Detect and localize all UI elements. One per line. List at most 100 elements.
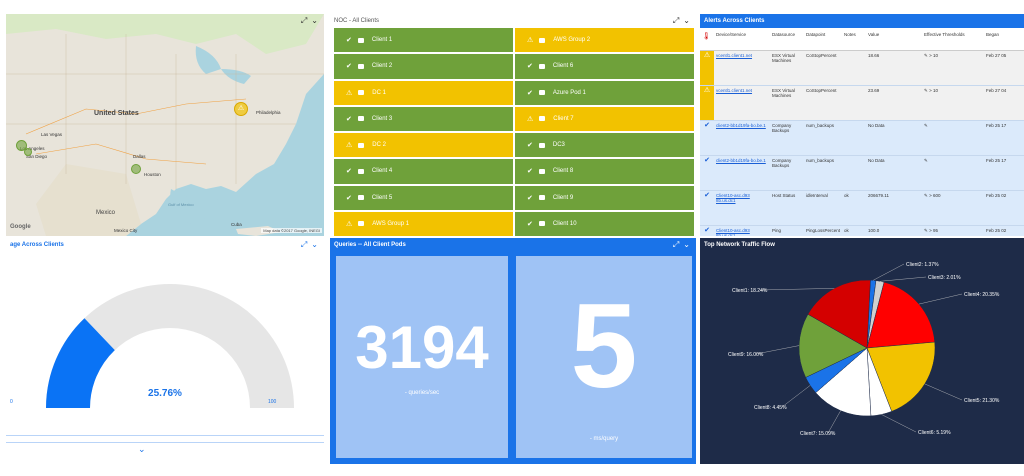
device-cell[interactable]: vcentl1.client1.net [714, 50, 770, 86]
noc-tile[interactable]: ⚠ DC 1 [334, 80, 513, 105]
folder-icon [358, 221, 365, 227]
col-thresholds[interactable]: Effective Thresholds [922, 28, 985, 51]
alert-row[interactable]: ✔ Client10-asc.d93 8b.us.dc1 Ping PingLossP… [700, 225, 1024, 236]
notes-cell-text: ok [844, 193, 849, 198]
noc-tile[interactable]: ✔ Client 5 [334, 185, 513, 210]
col-datasource[interactable]: Datasource [770, 28, 804, 51]
noc-tile[interactable]: ✔ Client 3 [334, 106, 513, 131]
device-cell[interactable]: client2-bb1d19fa-bo.be.1 [714, 120, 770, 156]
device-cell[interactable]: client2-bb1d19fa-bo.be.1 [714, 155, 770, 191]
noc-tile[interactable]: ✔ Azure Pod 1 [515, 80, 694, 105]
device-cell[interactable]: vcentl1.client1.net [714, 85, 770, 121]
noc-tile[interactable]: ✔ Client 1 [334, 28, 513, 53]
check-icon: ✔ [346, 63, 352, 71]
col-datapoint[interactable]: Datapoint [804, 28, 843, 51]
noc-tile[interactable]: ✔ Client 6 [515, 54, 694, 79]
noc-tile-label: AWS Group 1 [372, 220, 410, 227]
chevron-down-icon[interactable]: ⌄ [311, 238, 318, 252]
folder-icon [538, 195, 545, 201]
pie-label: Client7: 15.09% [800, 431, 836, 437]
noc-tile[interactable]: ✔ Client 9 [515, 185, 694, 210]
alert-row[interactable]: ✔ client2-bb1d19fa-bo.be.1 Company Backups… [700, 120, 1024, 156]
device-cell-text[interactable]: vcentl1.client1.net [716, 53, 752, 58]
pencil-icon[interactable]: ✎ [924, 158, 928, 163]
value-cell-text: No Data [868, 123, 885, 128]
map-label-mexico: Mexico [96, 210, 116, 216]
value-cell-text: 206679.11 [868, 193, 889, 198]
noc-tile[interactable]: ✔ DC3 [515, 133, 694, 158]
device-cell[interactable]: Client10-asc.d93 8b.us.dc1 [714, 225, 770, 236]
noc-tile[interactable]: ✔ Client 2 [334, 54, 513, 79]
ms-per-query-box: 5 - ms/query [516, 256, 692, 458]
device-cell[interactable]: Client10-asc.d93 8b.us.dc1 [714, 190, 770, 226]
noc-tile[interactable]: ⚠ AWS Group 1 [334, 211, 513, 236]
map-label-dallas: Dallas [133, 154, 146, 159]
expand-icon[interactable]: ⤢ [301, 14, 307, 28]
noc-tile[interactable]: ⚠ AWS Group 2 [515, 28, 694, 53]
folder-icon [357, 168, 364, 174]
thermometer-icon: 🌡 [702, 33, 711, 40]
pie-label: Client4: 20.35% [964, 292, 1000, 298]
warning-icon[interactable]: ⚠ [704, 52, 710, 59]
alert-row[interactable]: ⚠ vcentl1.client1.net ESX Virtual Machines… [700, 50, 1024, 86]
ack-check-icon[interactable]: ✔ [704, 157, 710, 164]
map-marker-west-2[interactable] [24, 148, 32, 156]
ack-check-icon[interactable]: ✔ [704, 122, 710, 129]
noc-tile-label: AWS Group 2 [553, 37, 591, 44]
device-cell-text[interactable]: Client10-asc.d93 8b.us.dc1 [716, 228, 750, 236]
map-label-lasvegas: Las Vegas [41, 132, 63, 137]
ack-check-icon[interactable]: ✔ [704, 227, 710, 234]
expand-icon[interactable]: ⤢ [673, 238, 679, 252]
expand-more-icon[interactable]: ⌄ [138, 444, 146, 455]
noc-tile[interactable]: ✔ Client 10 [515, 211, 694, 236]
folder-icon [358, 90, 365, 96]
device-cell-text[interactable]: client2-bb1d19fa-bo.be.1 [716, 158, 766, 163]
queries-title: Queries -- All Client Pods [334, 242, 406, 248]
map-canvas[interactable] [6, 14, 324, 236]
threshold-cell: ✎ > 600 [922, 190, 985, 226]
map-marker-texas[interactable] [131, 164, 141, 174]
chevron-down-icon[interactable]: ⌄ [683, 238, 690, 252]
map-panel[interactable]: United States Mexico Gulf of Mexico Las … [6, 14, 324, 236]
datapoint-cell: num_backups [804, 155, 843, 191]
pie-label: Client6: 5.19% [918, 430, 951, 436]
map-label-philadelphia: Philadelphia [256, 110, 281, 115]
noc-tile-label: Client 7 [553, 115, 574, 122]
pencil-icon[interactable]: ✎ [924, 123, 928, 128]
expand-icon[interactable]: ⤢ [673, 14, 679, 28]
usage-gauge [46, 284, 294, 408]
check-icon: ✔ [527, 89, 533, 97]
noc-tile[interactable]: ✔ Client 8 [515, 159, 694, 184]
value-cell: No Data [866, 120, 923, 156]
col-value[interactable]: Value [866, 28, 923, 51]
chevron-down-icon[interactable]: ⌄ [311, 14, 318, 28]
col-device[interactable]: Device/Service [714, 28, 770, 51]
notes-cell [842, 50, 867, 86]
folder-icon [538, 90, 545, 96]
col-notes[interactable]: Notes [842, 28, 867, 51]
ack-check-icon[interactable]: ✔ [704, 192, 710, 199]
device-cell-text[interactable]: client2-bb1d19fa-bo.be.1 [716, 123, 766, 128]
pie-leader-line [873, 263, 905, 281]
device-cell-text[interactable]: Client10-asc.d93 8b.us.dc1 [716, 193, 750, 203]
device-cell-text[interactable]: vcentl1.client1.net [716, 88, 752, 93]
severity-cell: ✔ [700, 190, 714, 226]
alert-row[interactable]: ✔ client2-bb1d19fa-bo.be.1 Company Backups… [700, 155, 1024, 191]
col-began[interactable]: Began [984, 28, 1024, 51]
map-marker-east-warning[interactable]: ⚠ [234, 102, 248, 116]
datasource-cell: Ping [770, 225, 804, 236]
alerts-header-row: 🌡 Device/Service Datasource Datapoint No… [700, 28, 1024, 51]
alert-row[interactable]: ✔ Client10-asc.d93 8b.us.dc1 Host Status id… [700, 190, 1024, 226]
chevron-down-icon[interactable]: ⌄ [683, 14, 690, 28]
alert-row[interactable]: ⚠ vcentl1.client1.net ESX Virtual Machines… [700, 85, 1024, 121]
folder-icon [538, 63, 545, 69]
began-cell-text: Feb 25 02 [986, 228, 1007, 233]
datasource-cell: ESX Virtual Machines [770, 85, 804, 121]
noc-tile[interactable]: ✔ Client 4 [334, 159, 513, 184]
expand-icon[interactable]: ⤢ [301, 238, 307, 252]
datasource-cell-text: Company Backups [772, 158, 792, 168]
noc-tile[interactable]: ⚠ Client 7 [515, 106, 694, 131]
noc-tile[interactable]: ⚠ DC 2 [334, 133, 513, 158]
warning-icon[interactable]: ⚠ [704, 87, 710, 94]
noc-tile-label: Client 1 [371, 37, 393, 44]
